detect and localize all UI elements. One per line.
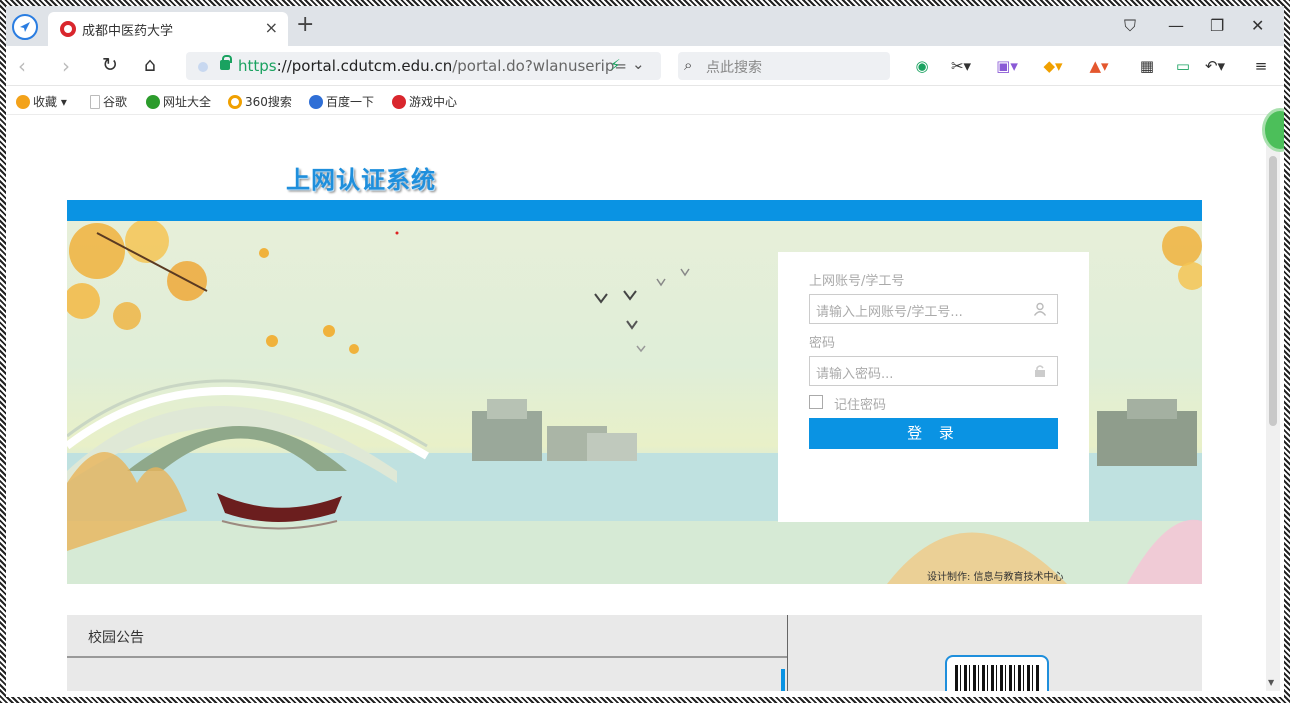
search-360-icon: [228, 95, 242, 109]
bookmark-directory[interactable]: 网址大全: [146, 93, 211, 110]
skin-icon[interactable]: ⛉: [1124, 16, 1136, 36]
account-placeholder: 请输入上网账号/学工号...: [816, 305, 963, 320]
bookmark-baidu[interactable]: 百度一下: [309, 93, 374, 110]
bookmark-360[interactable]: 360搜索: [228, 93, 292, 110]
coin-icon[interactable]: ◆▾: [1042, 55, 1064, 77]
back-icon[interactable]: ‹: [18, 54, 26, 78]
browser-compass-icon[interactable]: [12, 14, 38, 40]
design-credit: 设计制作: 信息与教育技术中心: [927, 572, 1064, 583]
password-label: 密码: [809, 336, 836, 351]
url-bar[interactable]: https://portal.cdutcm.edu.cn/portal.do?w…: [186, 52, 661, 80]
restore-button[interactable]: ❐: [1210, 16, 1224, 35]
scissors-icon[interactable]: ✂▾: [950, 55, 972, 77]
password-input[interactable]: 请输入密码...: [809, 356, 1058, 386]
notice-scroll-marker: [781, 669, 785, 691]
chevron-down-icon[interactable]: ⌄: [632, 55, 645, 73]
campus-notice-panel: 校园公告: [67, 615, 787, 691]
tab-active[interactable]: 成都中医药大学 ×: [48, 12, 288, 46]
paw-icon: [309, 95, 323, 109]
university-favicon-icon: [60, 21, 76, 37]
qr-code-pattern: [955, 665, 1041, 691]
close-window-button[interactable]: ✕: [1251, 16, 1264, 35]
site-info-icon[interactable]: [198, 62, 208, 72]
menu-icon[interactable]: ≡: [1250, 55, 1272, 77]
tab-title: 成都中医药大学: [82, 24, 174, 39]
notice-title: 校园公告: [88, 630, 144, 646]
account-label: 上网账号/学工号: [809, 274, 905, 289]
bookmarks-bar: 收藏 ▾ 谷歌 网址大全 360搜索 百度一下 游戏中心: [6, 87, 1284, 115]
remember-password-label[interactable]: 记住密码: [834, 394, 886, 413]
qr-code: [945, 655, 1049, 691]
lock-icon: [220, 55, 232, 70]
url-text[interactable]: https://portal.cdutcm.edu.cn/portal.do?w…: [238, 57, 627, 75]
lock-icon: [1035, 365, 1045, 377]
shield-icon[interactable]: ◉: [911, 55, 933, 77]
page-title: 上网认证系统: [286, 166, 436, 194]
star-icon: [16, 95, 30, 109]
globe-icon: [146, 95, 160, 109]
reload-icon[interactable]: ↻: [102, 54, 118, 76]
minimize-button[interactable]: —: [1168, 16, 1184, 35]
tab-bar: 成都中医药大学 × + ⛉ — ❐ ✕: [6, 6, 1284, 46]
login-button[interactable]: 登 录: [809, 418, 1058, 449]
new-tab-button[interactable]: +: [296, 14, 314, 36]
remember-password-checkbox[interactable]: [809, 395, 823, 409]
bookmark-google[interactable]: 谷歌: [90, 93, 127, 110]
battery-icon[interactable]: ▭: [1172, 55, 1194, 77]
apps-icon[interactable]: ▦: [1136, 55, 1158, 77]
notice-header: 校园公告: [67, 615, 787, 658]
password-placeholder: 请输入密码...: [816, 367, 894, 382]
game-icon[interactable]: ▲▾: [1088, 55, 1110, 77]
search-placeholder: 点此搜索: [706, 60, 762, 76]
address-toolbar: ‹ › ↻ ⌂ https://portal.cdutcm.edu.cn/por…: [6, 46, 1284, 86]
speed-mode-icon[interactable]: ⚡: [610, 56, 621, 74]
bookmark-favorites[interactable]: 收藏 ▾: [16, 93, 67, 110]
account-input[interactable]: 请输入上网账号/学工号...: [809, 294, 1058, 324]
search-box[interactable]: ⌕ 点此搜索: [678, 52, 890, 80]
game-center-icon: [392, 95, 406, 109]
translate-icon[interactable]: ▣▾: [996, 55, 1018, 77]
bookmark-games[interactable]: 游戏中心: [392, 93, 457, 110]
login-card: 上网账号/学工号 请输入上网账号/学工号... 密码 请输入密码... 记住密码…: [778, 252, 1089, 522]
vertical-scrollbar[interactable]: ▼: [1266, 116, 1280, 691]
user-icon: [1033, 302, 1047, 316]
header-bar: [67, 200, 1202, 221]
forward-icon[interactable]: ›: [62, 54, 70, 78]
qr-panel: [788, 615, 1202, 691]
home-icon[interactable]: ⌂: [144, 54, 156, 76]
scrollbar-thumb[interactable]: [1269, 156, 1277, 426]
page-icon: [90, 95, 100, 109]
scroll-down-icon[interactable]: ▼: [1268, 678, 1274, 687]
undo-icon[interactable]: ↶▾: [1204, 55, 1226, 77]
page-viewport: 上网认证系统 设计制作: 信息与教育技术中心 上网账号/学工号 请输入上网账号/…: [6, 116, 1266, 691]
floating-assistant-icon[interactable]: [1262, 108, 1290, 152]
tab-close-icon[interactable]: ×: [265, 18, 278, 37]
search-icon: ⌕: [684, 56, 693, 74]
